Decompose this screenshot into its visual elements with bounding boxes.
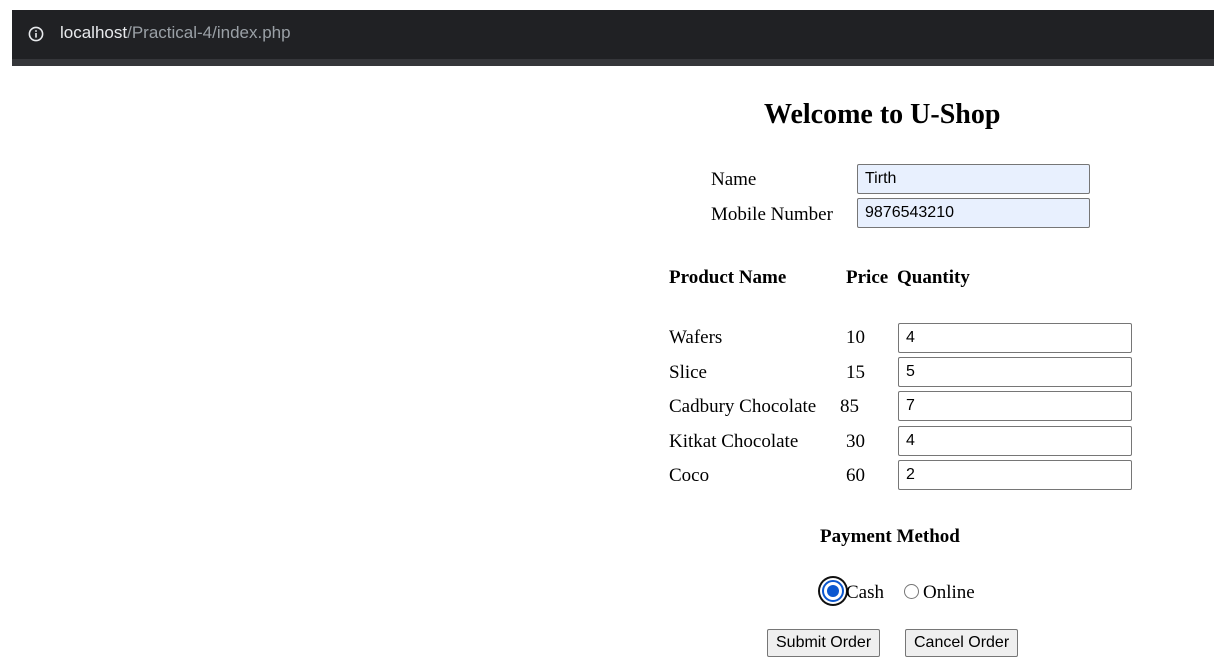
online-radio[interactable] xyxy=(904,584,919,599)
url-host: localhost xyxy=(60,23,128,42)
cash-radio[interactable] xyxy=(822,580,844,602)
product-price-kitkat: 30 xyxy=(846,431,865,452)
header-product-name: Product Name xyxy=(669,267,787,288)
quantity-input-kitkat[interactable] xyxy=(898,426,1132,456)
cancel-order-button[interactable]: Cancel Order xyxy=(905,629,1019,657)
mobile-label: Mobile Number xyxy=(711,204,833,225)
product-price-slice: 15 xyxy=(846,362,865,383)
cash-radio-label[interactable]: Cash xyxy=(846,582,884,604)
url-text[interactable]: localhost/Practical-4/index.php xyxy=(60,23,291,43)
address-bar-bottom-strip xyxy=(12,59,1214,66)
product-price-cadbury: 85 xyxy=(840,396,859,417)
product-name-kitkat: Kitkat Chocolate xyxy=(669,431,799,452)
url-path: /Practical-4/index.php xyxy=(127,23,291,42)
quantity-input-coco[interactable] xyxy=(898,460,1132,490)
address-bar[interactable]: localhost/Practical-4/index.php xyxy=(12,10,1214,66)
info-circle-icon[interactable] xyxy=(28,26,44,42)
product-price-wafers: 10 xyxy=(846,327,865,348)
header-price: Price xyxy=(846,267,889,288)
submit-order-button[interactable]: Submit Order xyxy=(767,629,881,657)
product-name-cadbury: Cadbury Chocolate xyxy=(669,396,817,417)
quantity-input-slice[interactable] xyxy=(898,357,1132,387)
online-radio-label[interactable]: Online xyxy=(923,582,975,604)
browser-top-area: localhost/Practical-4/index.php xyxy=(0,0,1214,66)
product-name-wafers: Wafers xyxy=(669,327,723,348)
product-name-coco: Coco xyxy=(669,465,710,486)
header-quantity: Quantity xyxy=(897,267,970,288)
page-title: Welcome to U-Shop xyxy=(764,99,1001,130)
name-label: Name xyxy=(711,169,757,190)
quantity-input-cadbury[interactable] xyxy=(898,391,1132,421)
payment-method-heading: Payment Method xyxy=(820,526,960,547)
product-price-coco: 60 xyxy=(846,465,865,486)
mobile-field[interactable] xyxy=(857,198,1090,228)
name-field[interactable] xyxy=(857,164,1090,194)
quantity-input-wafers[interactable] xyxy=(898,323,1132,353)
product-name-slice: Slice xyxy=(669,362,707,383)
